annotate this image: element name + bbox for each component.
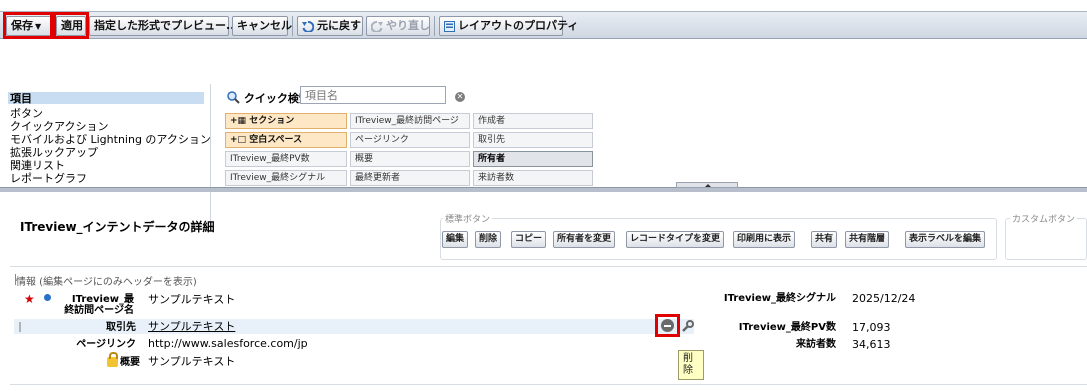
redo-button[interactable]: やり直し <box>366 16 430 36</box>
change-record-type-button[interactable]: レコードタイプを変更 <box>626 231 725 248</box>
palette-field-item[interactable]: ITreview_最終シグナル <box>225 170 347 186</box>
undo-label: 元に戻す <box>317 19 361 32</box>
lookup-indicator-icon <box>44 294 51 301</box>
palette-field-blank-space[interactable]: +□ 空白スペース <box>225 132 347 148</box>
delete-button[interactable]: 削除 <box>475 231 502 248</box>
palette-field-section[interactable]: +▦ セクション <box>225 113 347 129</box>
redo-icon <box>371 20 383 32</box>
field-label-last-pv: ITreview_最終PV数 <box>738 322 836 333</box>
wrench-icon[interactable] <box>682 320 694 332</box>
palette-divider <box>210 84 211 226</box>
field-value-summary[interactable]: サンプルテキスト <box>148 356 235 368</box>
printable-view-button[interactable]: 印刷用に表示 <box>733 231 796 248</box>
drag-handle[interactable] <box>19 322 21 332</box>
page-title: ITreview_インテントデータの詳細 <box>20 220 215 234</box>
clear-search-icon[interactable]: ✕ <box>455 92 465 102</box>
clone-button[interactable]: コピー <box>511 231 547 248</box>
undo-button[interactable]: 元に戻す <box>297 16 363 36</box>
field-value-last-signal[interactable]: 2025/12/24 <box>852 293 915 305</box>
palette-category-buttons[interactable]: ボタン <box>10 108 43 120</box>
field-value-account[interactable]: サンプルテキスト <box>148 321 235 333</box>
preview-label: 指定した形式でプレビュー... <box>94 19 239 32</box>
palette-field-item[interactable]: 概要 <box>350 151 470 167</box>
sharing-hierarchy-button[interactable]: 共有階層 <box>845 231 890 248</box>
palette-field-item[interactable]: 所有者 <box>473 151 593 167</box>
palette-collapse-handle[interactable] <box>676 182 738 188</box>
layout-properties-label: レイアウトのプロパティ <box>458 19 579 32</box>
field-palette: 項目 ボタン クイックアクション モバイルおよび Lightning のアクショ… <box>0 40 1087 226</box>
quick-search-label: クイック検索 <box>227 90 310 106</box>
search-icon <box>227 91 240 104</box>
layout-properties-icon <box>444 20 455 32</box>
palette-field-label: 空白スペース <box>249 135 303 145</box>
palette-field-item[interactable]: ページリンク <box>350 132 470 148</box>
palette-category-report-charts[interactable]: レポートグラフ <box>10 173 87 185</box>
standard-buttons-label: 標準ボタン <box>443 212 493 225</box>
custom-buttons-label: カスタムボタン <box>1010 212 1078 225</box>
preview-as-button[interactable]: 指定した形式でプレビュー...▼ <box>89 16 247 36</box>
section-divider <box>10 266 1087 267</box>
field-value-visitor-count[interactable]: 34,613 <box>852 339 891 351</box>
add-icon: +▦ <box>230 116 250 126</box>
edit-labels-button[interactable]: 表示ラベルを編集 <box>905 231 986 248</box>
section-bottom-border <box>10 384 1087 385</box>
field-label-summary: 概要 <box>120 357 140 368</box>
layout-properties-button[interactable]: レイアウトのプロパティ <box>439 16 578 36</box>
quick-search-input[interactable] <box>300 86 446 104</box>
toolbar-divider <box>434 16 435 36</box>
cancel-button[interactable]: キャンセル <box>232 16 292 36</box>
palette-field-item[interactable]: 来訪者数 <box>473 170 593 186</box>
field-value-last-pv[interactable]: 17,093 <box>852 322 891 334</box>
field-label-account: 取引先 <box>106 322 136 333</box>
highlight-box <box>53 12 89 39</box>
palette-field-item[interactable]: 最終更新者 <box>350 170 470 186</box>
palette-field-item[interactable]: 取引先 <box>473 132 593 148</box>
layout-editor-toolbar: 保存▼ 適用 指定した形式でプレビュー...▼ キャンセル 元に戻す やり直し … <box>0 0 1087 40</box>
palette-bottom-border <box>0 187 1087 192</box>
field-value-page-link[interactable]: http://www.salesforce.com/jp <box>148 338 308 350</box>
field-label-visitor-count: 来訪者数 <box>796 339 836 350</box>
palette-field-item[interactable]: 作成者 <box>473 113 593 129</box>
palette-category-related-lists[interactable]: 関連リスト <box>10 160 65 172</box>
palette-field-item[interactable]: ITreview_最終PV数 <box>225 151 347 167</box>
cancel-label: キャンセル <box>237 19 292 32</box>
lock-icon <box>107 352 118 367</box>
add-icon: +□ <box>230 135 250 145</box>
undo-icon <box>302 20 314 32</box>
tooltip: 削除 <box>678 350 704 380</box>
palette-field-item[interactable]: ITreview_最終訪問ページ <box>350 113 470 129</box>
section-header[interactable]: 情報 (編集ページにのみヘッダーを表示) <box>15 273 197 288</box>
change-owner-button[interactable]: 所有者を変更 <box>553 231 616 248</box>
field-label-page-link: ページリンク <box>76 339 136 350</box>
required-marker: ★ <box>24 292 35 306</box>
palette-category-quick-actions[interactable]: クイックアクション <box>10 121 108 133</box>
field-label-last-visited-page: ITreview_最終訪問ページ名 <box>64 294 134 316</box>
palette-field-label: セクション <box>249 116 295 126</box>
edit-button[interactable]: 編集 <box>442 231 469 248</box>
highlight-box <box>655 314 680 337</box>
palette-category-mobile-lightning-actions[interactable]: モバイルおよび Lightning のアクション <box>10 134 211 146</box>
category-selected-bg <box>8 92 204 104</box>
toolbar-divider <box>292 16 293 36</box>
palette-category-expanded-lookups[interactable]: 拡張ルックアップ <box>10 147 98 159</box>
palette-category-fields[interactable]: 項目 <box>10 93 32 105</box>
highlight-box <box>3 12 53 39</box>
redo-label: やり直し <box>386 19 430 32</box>
field-value-last-visited-page[interactable]: サンプルテキスト <box>148 294 235 306</box>
sharing-button[interactable]: 共有 <box>811 231 838 248</box>
field-label-last-signal: ITreview_最終シグナル <box>723 293 836 304</box>
